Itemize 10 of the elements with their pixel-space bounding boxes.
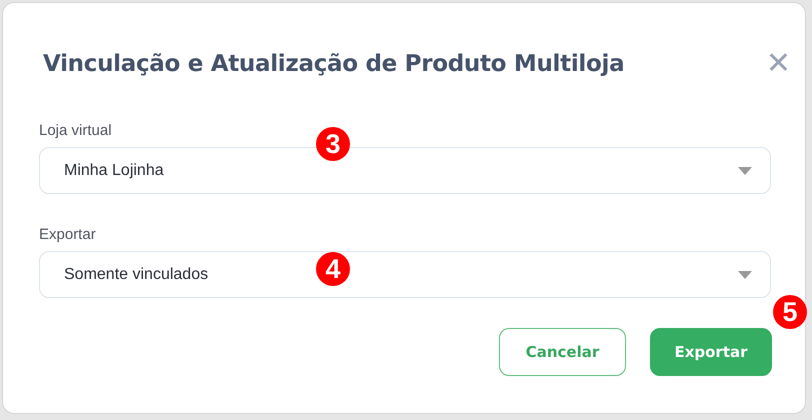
field-label: Loja virtual [39,122,112,141]
caret-icon [738,166,752,174]
step-badge: 3 [316,127,350,161]
export-button[interactable]: Exportar [650,328,772,376]
field-label: Exportar [39,226,96,245]
step-badge: 5 [773,295,807,329]
cancel-button[interactable]: Cancelar [499,328,626,376]
caret-icon [738,270,752,278]
close-icon[interactable]: ✕ [766,49,791,79]
dialog-title: Vinculação e Atualização de Produto Multiloja [43,51,624,77]
